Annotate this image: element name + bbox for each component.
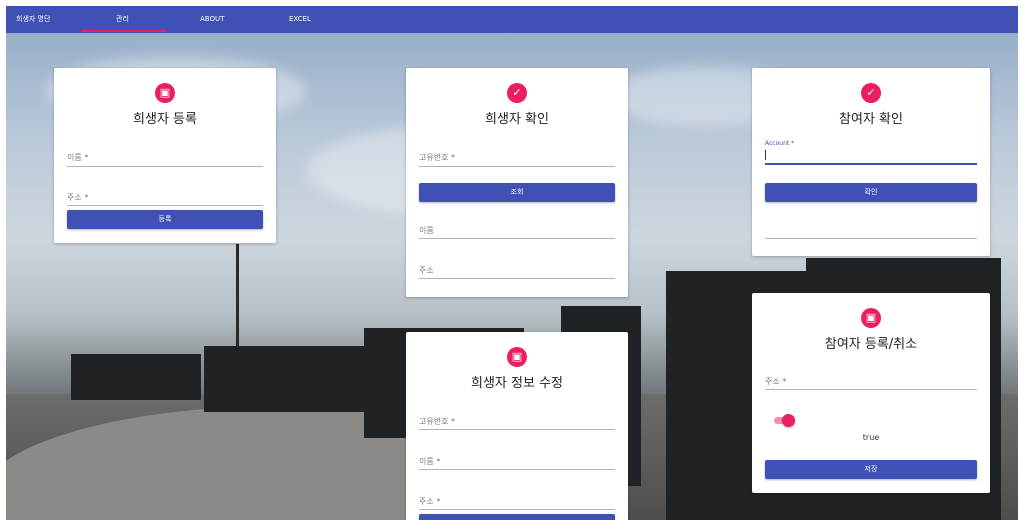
id-card-icon: ▣	[507, 347, 527, 367]
check-participant-card: ✓ 참여자 확인 Account * 확인	[752, 68, 990, 256]
check-victim-title: 희생자 확인	[485, 112, 549, 127]
edit-victim-card: ▣ 희생자 정보 수정 고유번호 * 이름 * 주소 *	[406, 332, 628, 520]
page: 희생자 명단 관리 ABOUT EXCEL ▣ 희생자 등록 이름 * 주소 *…	[6, 6, 1018, 520]
participant-address-field[interactable]	[765, 389, 977, 390]
register-victim-card: ▣ 희생자 등록 이름 * 주소 * 등록	[54, 68, 276, 243]
check-participant-title: 참여자 확인	[839, 112, 903, 127]
edit-id-field-label: 고유번호 *	[419, 417, 455, 426]
participant-register-card: ▣ 참여자 등록/취소 주소 * true 저장	[752, 293, 990, 493]
active-tab-indicator	[81, 30, 167, 32]
edit-submit-button[interactable]	[419, 514, 615, 520]
name-field-label: 이름 *	[67, 153, 89, 162]
text-cursor	[765, 150, 766, 160]
name-field[interactable]	[67, 166, 263, 167]
nav-about[interactable]: ABOUT	[200, 6, 224, 33]
id-field[interactable]	[419, 166, 615, 167]
nav-victim-list[interactable]: 희생자 명단	[16, 6, 50, 33]
register-button[interactable]: 등록	[67, 210, 263, 229]
name-readonly-label: 이름	[419, 226, 434, 235]
edit-name-field[interactable]	[419, 469, 615, 470]
nav-excel[interactable]: EXCEL	[289, 6, 311, 33]
account-field[interactable]	[765, 163, 977, 165]
register-victim-title: 희생자 등록	[133, 112, 197, 127]
confirm-button[interactable]: 확인	[765, 183, 977, 202]
edit-victim-title: 희생자 정보 수정	[471, 376, 563, 391]
nav-manage[interactable]: 관리	[116, 6, 129, 33]
result-field	[765, 238, 977, 239]
address-readonly-label: 주소	[419, 266, 434, 275]
toggle-thumb	[782, 414, 795, 427]
address-field-label: 주소 *	[67, 193, 89, 202]
name-readonly-field	[419, 238, 615, 239]
toggle-value: true	[862, 433, 880, 442]
edit-address-field-label: 주소 *	[419, 497, 441, 506]
edit-name-field-label: 이름 *	[419, 457, 441, 466]
check-icon: ✓	[861, 83, 881, 103]
id-field-label: 고유번호 *	[419, 153, 455, 162]
toggle-switch[interactable]	[774, 414, 795, 427]
id-card-icon: ▣	[861, 308, 881, 328]
check-icon: ✓	[507, 83, 527, 103]
top-nav: 희생자 명단 관리 ABOUT EXCEL	[6, 6, 1018, 33]
edit-address-field[interactable]	[419, 509, 615, 510]
address-readonly-field	[419, 278, 615, 279]
save-button[interactable]: 저장	[765, 460, 977, 479]
account-field-label: Account *	[765, 140, 795, 147]
address-field[interactable]	[67, 205, 263, 206]
check-victim-card: ✓ 희생자 확인 고유번호 * 조회 이름 주소	[406, 68, 628, 297]
id-card-icon: ▣	[155, 83, 175, 103]
search-button[interactable]: 조회	[419, 183, 615, 202]
participant-register-title: 참여자 등록/취소	[824, 337, 918, 352]
edit-id-field[interactable]	[419, 429, 615, 430]
participant-address-label: 주소 *	[765, 377, 787, 386]
